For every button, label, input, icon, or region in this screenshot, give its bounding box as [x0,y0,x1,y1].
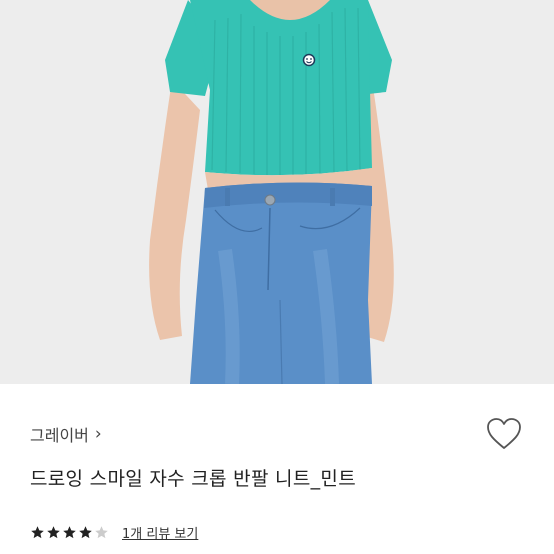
star-icon [95,526,108,539]
product-info: 그레이버 › 드로잉 스마일 자수 크롭 반팔 니트_민트 1개 리뷰 보기 [0,384,554,554]
chevron-right-icon: › [94,424,102,444]
rating-stars [30,525,110,540]
star-icon [47,526,60,539]
wishlist-button[interactable] [485,416,523,452]
rating-row: 1개 리뷰 보기 [30,523,198,542]
product-photo-illustration [0,0,554,384]
review-link[interactable]: 1개 리뷰 보기 [122,523,198,542]
brand-name: 그레이버 [30,426,89,445]
product-title: 드로잉 스마일 자수 크롭 반팔 니트_민트 [30,468,356,490]
star-icon [63,526,76,539]
product-image[interactable] [0,0,554,384]
brand-link[interactable]: 그레이버 › [30,422,102,446]
star-icon [79,526,92,539]
heart-outline-icon [487,418,521,449]
star-icon [31,526,44,539]
